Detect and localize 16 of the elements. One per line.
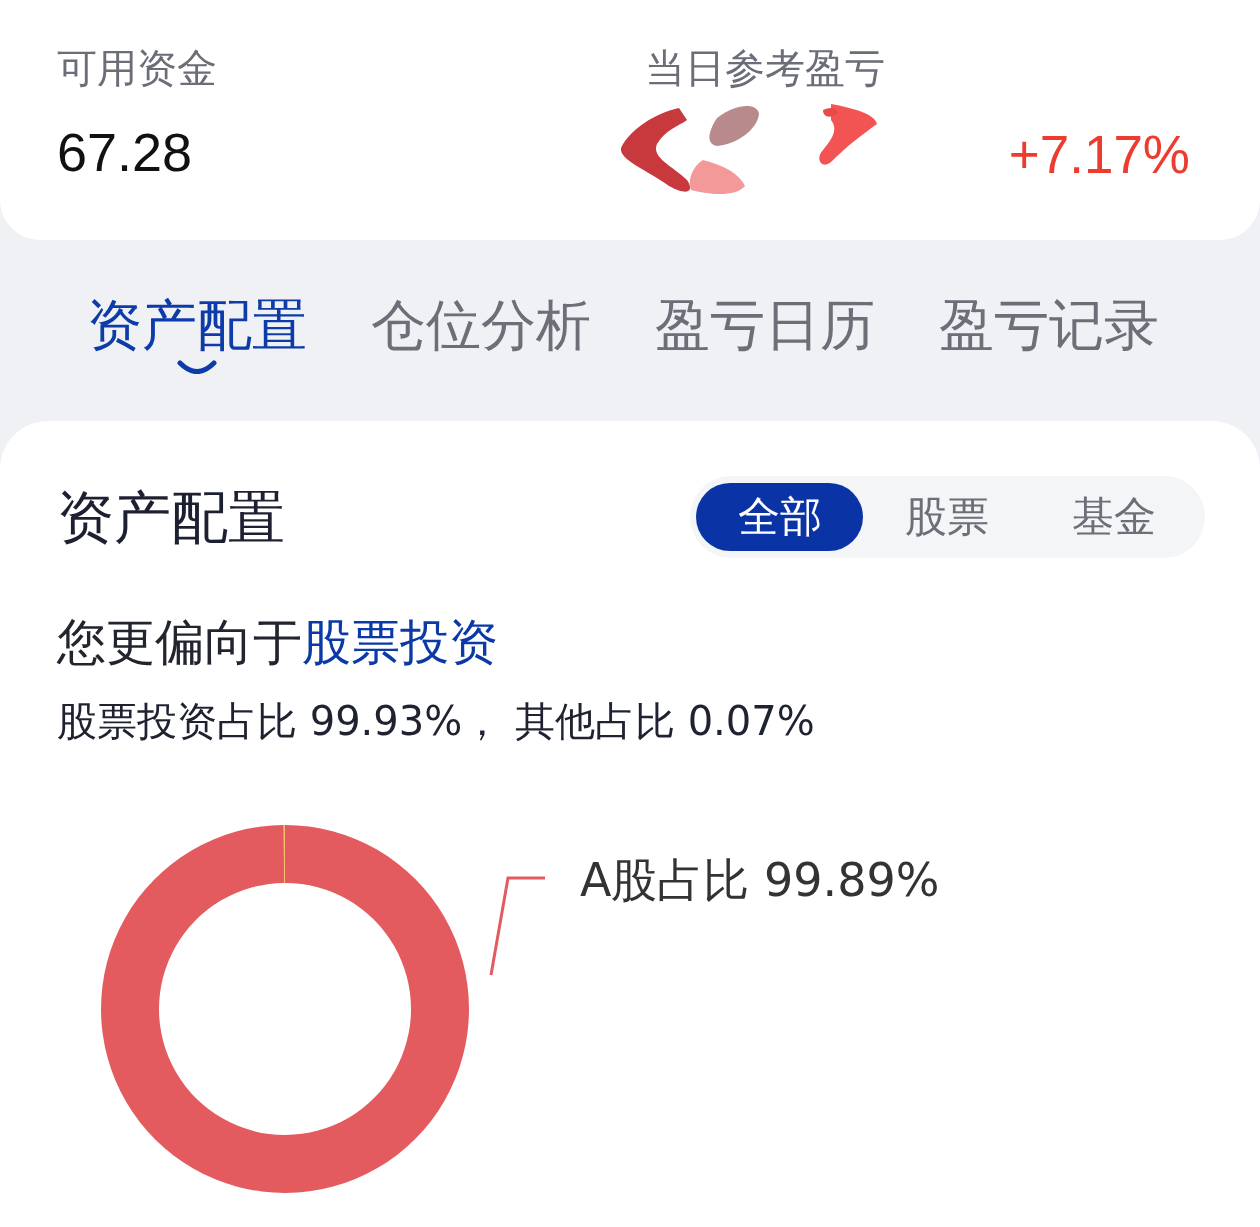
available-funds-value: 67.28 — [57, 121, 193, 184]
preference-text: 您更偏向于股票投资 — [57, 613, 498, 673]
slice-label: A股占比 99.89% — [580, 852, 940, 908]
filter-tab[interactable]: 股票 — [863, 483, 1030, 551]
ratio-text: 股票投资占比 99.93%， 其他占比 0.07% — [57, 697, 815, 746]
tab[interactable]: 盈亏记录 — [939, 295, 1159, 374]
section-title: 资产配置 — [57, 483, 285, 552]
daily-pnl-label: 当日参考盈亏 — [645, 44, 885, 93]
available-funds-label: 可用资金 — [57, 44, 217, 93]
daily-pnl-percent: +7.17% — [1008, 124, 1190, 186]
tab[interactable]: 仓位分析 — [371, 295, 591, 374]
filter-tab[interactable]: 基金 — [1030, 483, 1197, 551]
tab[interactable]: 资产配置 — [87, 295, 307, 374]
curve-underline-icon — [177, 360, 217, 374]
filter-tab[interactable]: 全部 — [696, 483, 863, 551]
tab[interactable]: 盈亏日历 — [655, 295, 875, 374]
